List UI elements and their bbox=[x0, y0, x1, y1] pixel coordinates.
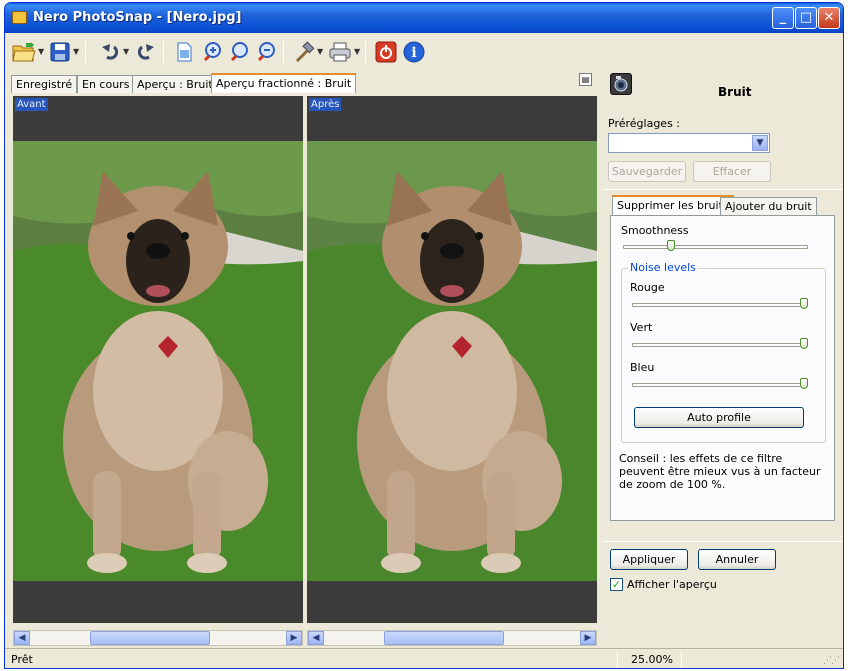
save-preset-button[interactable]: Sauvegarder bbox=[608, 161, 686, 182]
window-title: Nero PhotoSnap - [Nero.jpg] bbox=[33, 10, 242, 25]
after-label: Après bbox=[309, 98, 342, 111]
chevron-down-icon[interactable]: ▼ bbox=[752, 135, 768, 151]
zoom-in-icon[interactable] bbox=[199, 39, 225, 65]
minimize-button[interactable]: _ bbox=[772, 7, 794, 29]
photosnap-app-icon bbox=[12, 11, 27, 24]
after-photo bbox=[307, 141, 597, 581]
scroll-thumb[interactable] bbox=[90, 631, 210, 645]
main-toolbar: ▼ ▼ ▼ ▼ ▼ i bbox=[5, 35, 843, 69]
zoom-level: 25.00% bbox=[631, 653, 673, 666]
open-folder-icon[interactable] bbox=[11, 39, 37, 65]
svg-text:i: i bbox=[411, 45, 416, 61]
remove-noise-tab-body: Smoothness Noise levels Rouge Vert Bleu … bbox=[610, 215, 835, 521]
before-horizontal-scrollbar[interactable]: ◀ ▶ bbox=[13, 630, 303, 646]
resize-grip-icon[interactable]: ⋰⋰ bbox=[823, 656, 840, 666]
smoothness-label: Smoothness bbox=[621, 224, 689, 237]
scroll-left-icon[interactable]: ◀ bbox=[308, 631, 324, 645]
tab-preview-noise[interactable]: Aperçu : Bruit bbox=[132, 75, 218, 93]
save-icon[interactable] bbox=[47, 39, 73, 65]
scroll-right-icon[interactable]: ▶ bbox=[580, 631, 596, 645]
presets-dropdown[interactable]: ▼ bbox=[608, 133, 770, 153]
maximize-button[interactable]: □ bbox=[795, 7, 817, 29]
tools-hammer-icon[interactable] bbox=[291, 39, 317, 65]
toolbar-separator bbox=[85, 41, 86, 63]
print-dropdown-icon[interactable]: ▼ bbox=[354, 47, 360, 56]
red-slider-thumb[interactable] bbox=[800, 298, 808, 309]
tab-remove-noise[interactable]: Supprimer les bruits bbox=[612, 195, 734, 215]
green-label: Vert bbox=[630, 321, 653, 334]
after-preview-pane: Après bbox=[307, 96, 597, 623]
presets-label: Préréglages : bbox=[608, 117, 680, 130]
before-label: Avant bbox=[15, 98, 48, 111]
tab-in-progress[interactable]: En cours bbox=[77, 75, 135, 93]
smoothness-slider[interactable] bbox=[623, 245, 808, 249]
app-window: Nero PhotoSnap - [Nero.jpg] _ □ ✕ ▼ ▼ ▼ bbox=[4, 2, 844, 669]
red-label: Rouge bbox=[630, 281, 665, 294]
open-dropdown-icon[interactable]: ▼ bbox=[38, 47, 44, 56]
tools-dropdown-icon[interactable]: ▼ bbox=[317, 47, 323, 56]
print-icon[interactable] bbox=[327, 39, 353, 65]
title-bar[interactable]: Nero PhotoSnap - [Nero.jpg] _ □ ✕ bbox=[5, 3, 843, 33]
scroll-right-icon[interactable]: ▶ bbox=[286, 631, 302, 645]
blue-label: Bleu bbox=[630, 361, 655, 374]
red-slider[interactable] bbox=[632, 303, 807, 307]
noise-levels-group: Noise levels Rouge Vert Bleu Auto profil… bbox=[621, 261, 826, 443]
blue-slider-thumb[interactable] bbox=[800, 378, 808, 389]
toolbar-separator bbox=[163, 41, 164, 63]
before-photo bbox=[13, 141, 303, 581]
zoom-out-icon[interactable] bbox=[253, 39, 279, 65]
new-page-icon[interactable] bbox=[171, 39, 197, 65]
show-preview-label[interactable]: Afficher l'aperçu bbox=[627, 578, 717, 591]
undo-dropdown-icon[interactable]: ▼ bbox=[123, 47, 129, 56]
redo-icon[interactable] bbox=[133, 39, 159, 65]
green-slider-thumb[interactable] bbox=[800, 338, 808, 349]
panel-toggle-icon[interactable]: ▤ bbox=[579, 73, 592, 86]
toolbar-separator bbox=[283, 41, 284, 63]
tab-add-noise[interactable]: Ajouter du bruit bbox=[720, 197, 817, 215]
status-text: Prêt bbox=[11, 653, 33, 666]
blue-slider[interactable] bbox=[632, 383, 807, 387]
zoom-actual-icon[interactable] bbox=[226, 39, 252, 65]
after-horizontal-scrollbar[interactable]: ◀ ▶ bbox=[307, 630, 597, 646]
panel-title: Bruit bbox=[718, 85, 752, 99]
green-slider[interactable] bbox=[632, 343, 807, 347]
status-divider bbox=[681, 652, 682, 668]
auto-profile-button[interactable]: Auto profile bbox=[634, 407, 804, 428]
cancel-button[interactable]: Annuler bbox=[698, 549, 776, 570]
save-dropdown-icon[interactable]: ▼ bbox=[73, 47, 79, 56]
undo-icon[interactable] bbox=[97, 39, 123, 65]
status-divider bbox=[617, 652, 618, 668]
before-preview-pane: Avant bbox=[13, 96, 303, 623]
scroll-left-icon[interactable]: ◀ bbox=[14, 631, 30, 645]
smoothness-slider-thumb[interactable] bbox=[667, 240, 675, 251]
tab-split-preview[interactable]: Aperçu fractionné : Bruit bbox=[211, 73, 357, 93]
exit-power-icon[interactable] bbox=[373, 39, 399, 65]
info-icon[interactable]: i bbox=[401, 39, 427, 65]
divider bbox=[602, 541, 842, 542]
camera-icon bbox=[610, 73, 632, 95]
tip-text: Conseil : les effets de ce filtre peuven… bbox=[619, 452, 821, 491]
close-button[interactable]: ✕ bbox=[818, 7, 840, 29]
apply-button[interactable]: Appliquer bbox=[610, 549, 688, 570]
status-bar: Prêt 25.00% ⋰⋰ bbox=[5, 648, 843, 668]
delete-preset-button[interactable]: Effacer bbox=[693, 161, 771, 182]
noise-levels-label: Noise levels bbox=[628, 261, 698, 274]
divider bbox=[602, 189, 842, 190]
noise-filter-panel: Bruit Préréglages : ▼ Sauvegarder Efface… bbox=[600, 69, 843, 644]
panel-header: Bruit bbox=[610, 73, 840, 109]
tab-saved[interactable]: Enregistré bbox=[11, 75, 78, 93]
show-preview-checkbox[interactable]: ✓ bbox=[610, 578, 623, 591]
scroll-thumb[interactable] bbox=[384, 631, 504, 645]
toolbar-separator bbox=[365, 41, 366, 63]
